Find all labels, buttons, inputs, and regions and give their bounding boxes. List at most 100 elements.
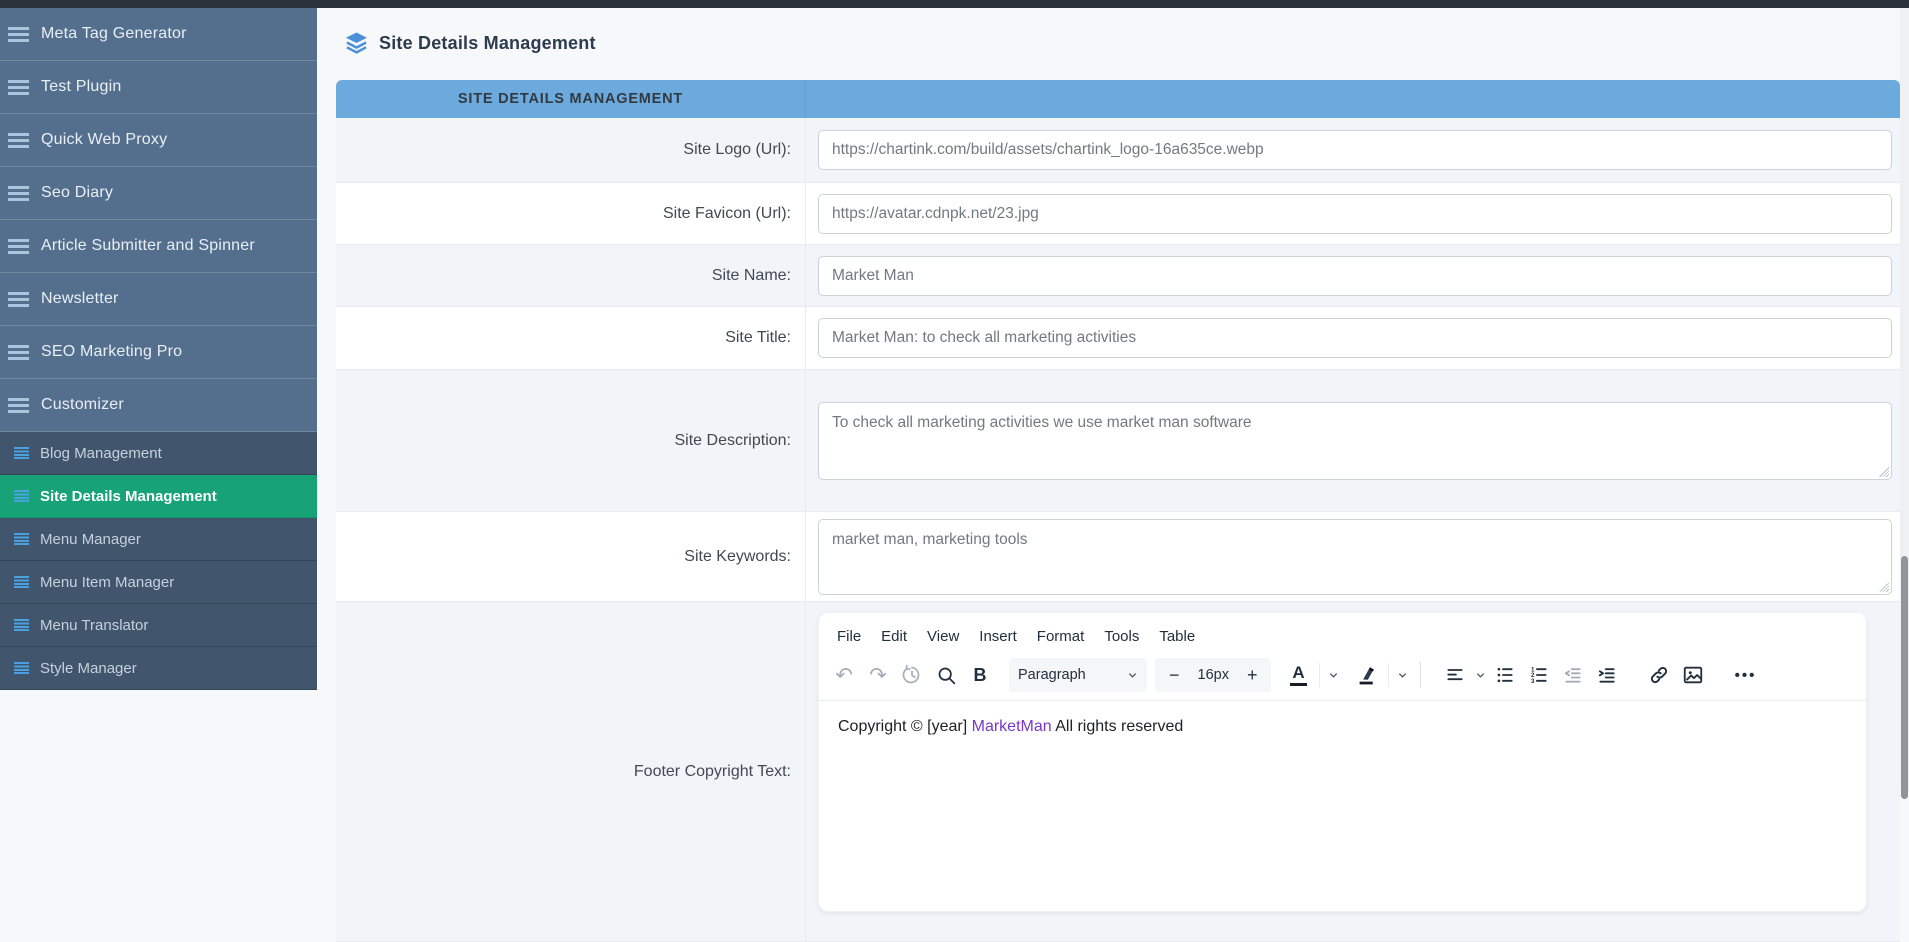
editor-menu-file[interactable]: File (827, 624, 871, 649)
editor-menu-edit[interactable]: Edit (871, 624, 917, 649)
increase-fontsize-button[interactable]: + (1237, 665, 1268, 686)
decrease-fontsize-button[interactable]: − (1159, 665, 1190, 686)
text-color-button[interactable]: A (1281, 658, 1315, 692)
editor-menu-view[interactable]: View (917, 624, 969, 649)
sidebar-item-seo-diary[interactable]: Seo Diary (0, 167, 317, 220)
search-button[interactable] (929, 658, 963, 692)
hamburger-menu-icon (8, 397, 29, 413)
align-dropdown[interactable] (1438, 658, 1488, 692)
hamburger-menu-icon (8, 344, 29, 360)
text-color-chevron[interactable] (1324, 658, 1342, 692)
sidebar-item-style-manager[interactable]: Style Manager (0, 647, 317, 690)
undo-button[interactable]: ↶ (827, 658, 861, 692)
bullet-list-button[interactable] (1488, 658, 1522, 692)
sidebar-item-menu-manager[interactable]: Menu Manager (0, 518, 317, 561)
sidebar-item-blog-management[interactable]: Blog Management (0, 432, 317, 475)
outdent-button[interactable] (1556, 658, 1590, 692)
fontsize-control: − 16px + (1155, 658, 1272, 692)
sidebar-subitem-label: Menu Translator (40, 616, 149, 634)
editor-menu-format[interactable]: Format (1027, 624, 1095, 649)
sidebar-item-label: Article Submitter and Spinner (41, 237, 255, 254)
field-label: Site Title: (725, 329, 791, 346)
editor-content[interactable]: Copyright © [year] MarketMan All rights … (819, 701, 1866, 753)
text-color-icon: A (1290, 663, 1307, 686)
panel-header: SITE DETAILS MANAGEMENT (336, 80, 1900, 118)
sidebar-subitem-label: Menu Manager (40, 530, 141, 548)
sidebar-item-menu-translator[interactable]: Menu Translator (0, 604, 317, 647)
hamburger-menu-icon (8, 238, 29, 254)
text-color-split-button: A (1281, 658, 1342, 692)
link-icon (1651, 666, 1668, 684)
form-row-site-keywords: Site Keywords: market man, marketing too… (336, 512, 1900, 602)
top-strip (0, 0, 1909, 8)
main-content: Site Details Management SITE DETAILS MAN… (317, 8, 1909, 942)
sidebar-item-meta-tag-generator[interactable]: Meta Tag Generator (0, 8, 317, 61)
outdent-icon (1565, 668, 1582, 683)
sidebar: Meta Tag Generator Test Plugin Quick Web… (0, 8, 317, 690)
sidebar-item-article-submitter[interactable]: Article Submitter and Spinner (0, 220, 317, 273)
editor-menu-insert[interactable]: Insert (969, 624, 1027, 649)
sidebar-item-label: Customizer (41, 396, 124, 413)
sidebar-item-customizer[interactable]: Customizer (0, 379, 317, 432)
sidebar-item-label: Meta Tag Generator (41, 25, 187, 42)
page-scrollbar[interactable] (1900, 8, 1909, 799)
undo-icon: ↶ (835, 663, 853, 687)
sidebar-item-menu-item-manager[interactable]: Menu Item Manager (0, 561, 317, 604)
editor-menu-tools[interactable]: Tools (1094, 624, 1149, 649)
numbered-list-button[interactable]: 123 (1522, 658, 1556, 692)
highlight-color-button[interactable] (1350, 658, 1384, 692)
hamburger-menu-icon (8, 291, 29, 307)
sidebar-subitem-label: Site Details Management (40, 487, 217, 505)
site-name-input[interactable] (818, 255, 1892, 296)
site-title-input[interactable] (818, 318, 1892, 358)
form-row-site-favicon: Site Favicon (Url): (336, 183, 1900, 245)
restore-draft-button[interactable] (895, 658, 929, 692)
form-row-site-name: Site Name: (336, 245, 1900, 307)
scrollbar-thumb[interactable] (1901, 556, 1908, 799)
more-button[interactable]: ••• (1728, 658, 1762, 692)
highlight-color-chevron[interactable] (1393, 658, 1411, 692)
align-chevron[interactable] (1472, 658, 1488, 692)
sidebar-item-label: Newsletter (41, 290, 119, 307)
align-left-button[interactable] (1438, 658, 1472, 692)
submenu-icon (14, 447, 29, 459)
sidebar-item-quick-web-proxy[interactable]: Quick Web Proxy (0, 114, 317, 167)
image-button[interactable] (1676, 658, 1710, 692)
link-button[interactable] (1642, 658, 1676, 692)
sidebar-item-label: Quick Web Proxy (41, 131, 168, 148)
form-row-site-description: Site Description: To check all marketing… (336, 370, 1900, 512)
bullet-list-icon (1498, 667, 1514, 683)
site-keywords-textarea[interactable]: market man, marketing tools (818, 518, 1892, 595)
bold-button[interactable]: B (963, 658, 997, 692)
form-row-site-logo: Site Logo (Url): (336, 118, 1900, 183)
fontsize-value: 16px (1197, 667, 1229, 683)
sidebar-subitem-label: Blog Management (40, 444, 162, 462)
site-logo-url-input[interactable] (818, 130, 1892, 170)
submenu-icon (14, 576, 29, 588)
chevron-down-icon (1398, 672, 1407, 678)
site-favicon-url-input[interactable] (818, 193, 1892, 234)
indent-button[interactable] (1590, 658, 1624, 692)
sidebar-item-newsletter[interactable]: Newsletter (0, 273, 317, 326)
bold-icon: B (973, 664, 987, 685)
field-label: Site Keywords: (684, 547, 791, 565)
editor-menu-table[interactable]: Table (1149, 624, 1205, 649)
sidebar-item-site-details-management[interactable]: Site Details Management (0, 475, 317, 518)
hamburger-menu-icon (8, 79, 29, 95)
sidebar-item-test-plugin[interactable]: Test Plugin (0, 61, 317, 114)
site-description-textarea[interactable]: To check all marketing activities we use… (818, 401, 1892, 480)
redo-button[interactable]: ↷ (861, 658, 895, 692)
redo-icon: ↷ (869, 663, 887, 687)
sidebar-item-seo-marketing-pro[interactable]: SEO Marketing Pro (0, 326, 317, 379)
highlight-color-split-button (1350, 658, 1411, 692)
divider (1319, 663, 1321, 687)
paragraph-dropdown[interactable]: Paragraph (1009, 658, 1147, 692)
submenu-icon (14, 490, 29, 502)
marketman-link[interactable]: MarketMan (972, 718, 1052, 735)
form-row-footer-copyright: Footer Copyright Text: File Edit View In… (336, 602, 1900, 942)
sidebar-subitem-label: Menu Item Manager (40, 573, 175, 591)
toolbar-divider (1420, 662, 1422, 688)
editor-toolbar: ↶ ↷ B Paragraph − 16px + A 1 2 3 ••• (819, 651, 1866, 700)
align-left-icon (1447, 669, 1464, 681)
chevron-down-icon (1329, 672, 1338, 678)
